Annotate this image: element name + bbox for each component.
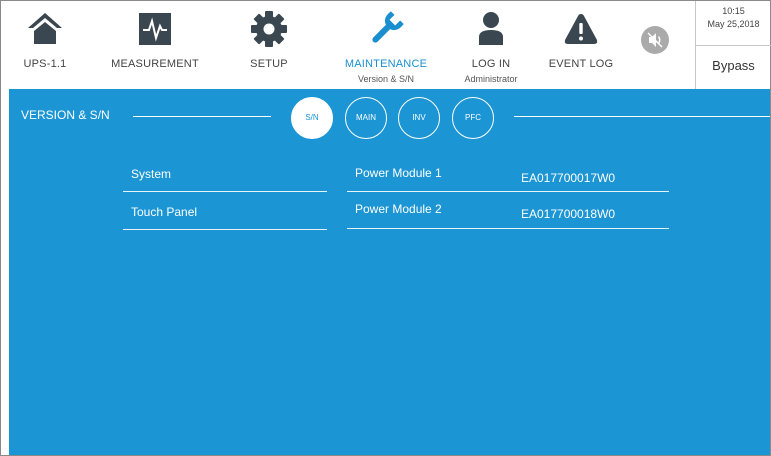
- left-row-divider: [123, 229, 327, 230]
- right-row-value: EA017700018W0: [521, 207, 616, 221]
- warning-icon: [564, 14, 598, 44]
- nav-eventlog[interactable]: EVENT LOG: [541, 1, 621, 89]
- left-row-touch-panel: Touch Panel: [131, 205, 198, 219]
- nav-ups[interactable]: UPS-1.1: [9, 1, 81, 89]
- mute-button[interactable]: [641, 26, 669, 54]
- nav-maintenance-label: MAINTENANCE: [344, 58, 428, 70]
- status-divider: [696, 45, 771, 46]
- nav-login-label: LOG IN: [471, 58, 511, 70]
- nav-maintenance-sublabel: Version & S/N: [357, 74, 415, 84]
- clock-time: 10:15: [722, 6, 745, 16]
- nav-login[interactable]: LOG IN Administrator: [451, 1, 531, 89]
- subtab-sn[interactable]: S/N: [291, 97, 333, 139]
- clock-date: May 25,2018: [707, 19, 760, 29]
- subtab-main[interactable]: MAIN: [345, 97, 387, 139]
- nav-login-sublabel: Administrator: [464, 74, 518, 84]
- right-row-divider: [347, 191, 669, 192]
- speaker-muted-icon: [647, 32, 663, 48]
- right-row-divider: [347, 228, 669, 229]
- right-row-label: Power Module 1: [355, 166, 442, 180]
- operating-mode: Bypass: [712, 58, 755, 73]
- title-rule-left: [133, 116, 271, 117]
- subtab-inv[interactable]: INV: [398, 97, 440, 139]
- waveform-icon: [139, 13, 171, 45]
- section-title: VERSION & S/N: [21, 108, 110, 122]
- home-icon: [28, 13, 62, 44]
- main-panel: VERSION & S/N S/N MAIN INV PFC System To…: [9, 89, 770, 455]
- subtab-pfc[interactable]: PFC: [452, 97, 494, 139]
- nav-setup-label: SETUP: [250, 58, 288, 70]
- left-row-system: System: [131, 167, 172, 181]
- status-box: 10:15 May 25,2018 Bypass: [695, 1, 771, 89]
- nav-measurement-label: MEASUREMENT: [111, 58, 199, 70]
- nav-setup[interactable]: SETUP: [236, 1, 302, 89]
- top-navigation-bar: UPS-1.1 MEASUREMENT SETUP MAINTENANCE Ve…: [1, 1, 771, 89]
- nav-ups-label: UPS-1.1: [23, 58, 67, 70]
- nav-eventlog-label: EVENT LOG: [548, 58, 614, 70]
- wrench-icon: [372, 11, 404, 43]
- user-icon: [479, 12, 503, 45]
- right-row-value: EA017700017W0: [521, 171, 616, 185]
- title-rule-right: [514, 116, 770, 117]
- nav-measurement[interactable]: MEASUREMENT: [101, 1, 209, 89]
- gear-icon: [251, 11, 287, 47]
- right-row-label: Power Module 2: [355, 202, 442, 216]
- left-row-divider: [123, 191, 327, 192]
- screen-frame: UPS-1.1 MEASUREMENT SETUP MAINTENANCE Ve…: [0, 0, 771, 456]
- nav-maintenance[interactable]: MAINTENANCE Version & S/N: [331, 1, 441, 89]
